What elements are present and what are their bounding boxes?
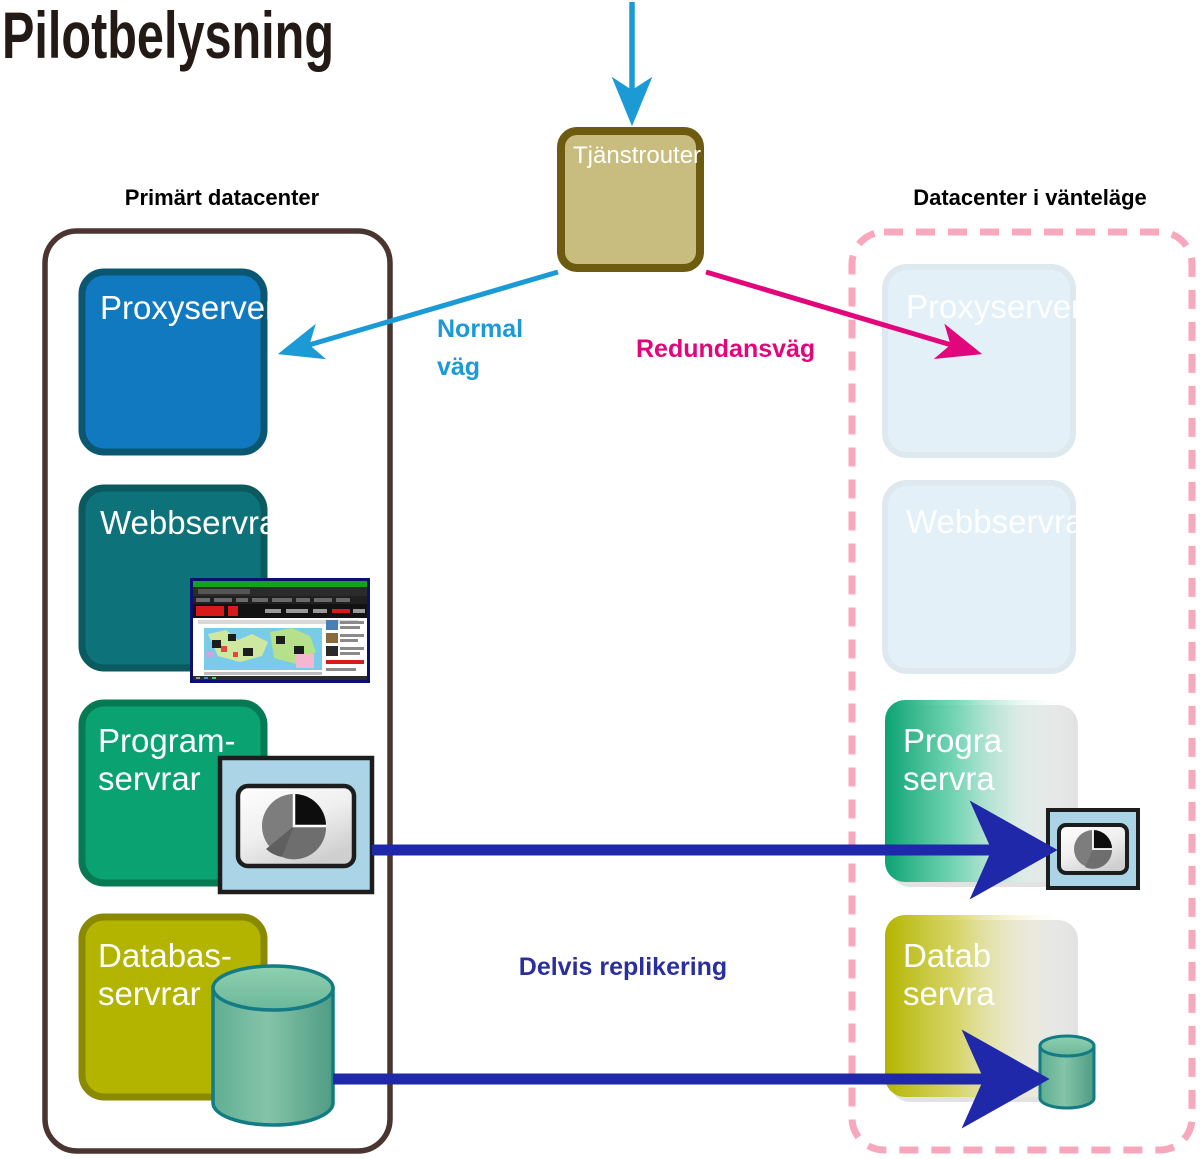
primary-databasservrar-label-line2: servrar bbox=[98, 975, 201, 1012]
pilot-light-diagram: Pilotbelysning Primärt datacenter Datace… bbox=[2, 0, 1196, 1154]
redundant-path-label: Redundansväg bbox=[636, 335, 815, 363]
replication-label: Delvis replikering bbox=[519, 953, 727, 981]
primary-webbservrar-label: Webbservrar bbox=[100, 504, 288, 541]
browser-window-icon bbox=[190, 578, 370, 683]
diagram-canvas: Pilotbelysning Primärt datacenter Datace… bbox=[0, 0, 1200, 1159]
database-cylinder-icon-primary bbox=[211, 964, 335, 1127]
standby-proxyserver-label: Proxyserver bbox=[906, 288, 1082, 325]
standby-datacenter-header: Datacenter i vänteläge bbox=[913, 185, 1147, 210]
primary-node-proxyserver[interactable]: Proxyserver bbox=[78, 268, 276, 456]
primary-datacenter-header: Primärt datacenter bbox=[125, 185, 320, 210]
primary-programservrar-label-line2: servrar bbox=[98, 760, 201, 797]
database-cylinder-icon-standby bbox=[1038, 1034, 1096, 1110]
standby-programservrar-label-line1: Progra bbox=[903, 722, 1003, 759]
primary-programservrar-label-line1: Program- bbox=[98, 722, 236, 759]
standby-programservrar-label-line2: servra bbox=[903, 760, 995, 797]
standby-databasservrar-label-line1: Datab bbox=[903, 937, 991, 974]
standby-node-proxyserver[interactable]: Proxyserver bbox=[882, 264, 1082, 458]
primary-proxyserver-label: Proxyserver bbox=[100, 289, 276, 326]
service-router-node[interactable]: Tjänstrouter bbox=[557, 127, 704, 272]
primary-databasservrar-label-line1: Databas- bbox=[98, 937, 232, 974]
standby-webbservrar-label: Webbservrar bbox=[906, 503, 1094, 540]
pie-chart-icon-standby bbox=[1046, 808, 1140, 890]
service-router-label: Tjänstrouter bbox=[573, 142, 701, 169]
normal-path-label-line2: väg bbox=[437, 353, 480, 381]
page-title: Pilotbelysning bbox=[2, 0, 334, 72]
normal-path-label-line1: Normal bbox=[437, 315, 523, 343]
standby-node-webbservrar[interactable]: Webbservrar bbox=[882, 480, 1094, 674]
pie-chart-icon-primary bbox=[217, 755, 375, 895]
standby-databasservrar-label-line2: servra bbox=[903, 975, 995, 1012]
